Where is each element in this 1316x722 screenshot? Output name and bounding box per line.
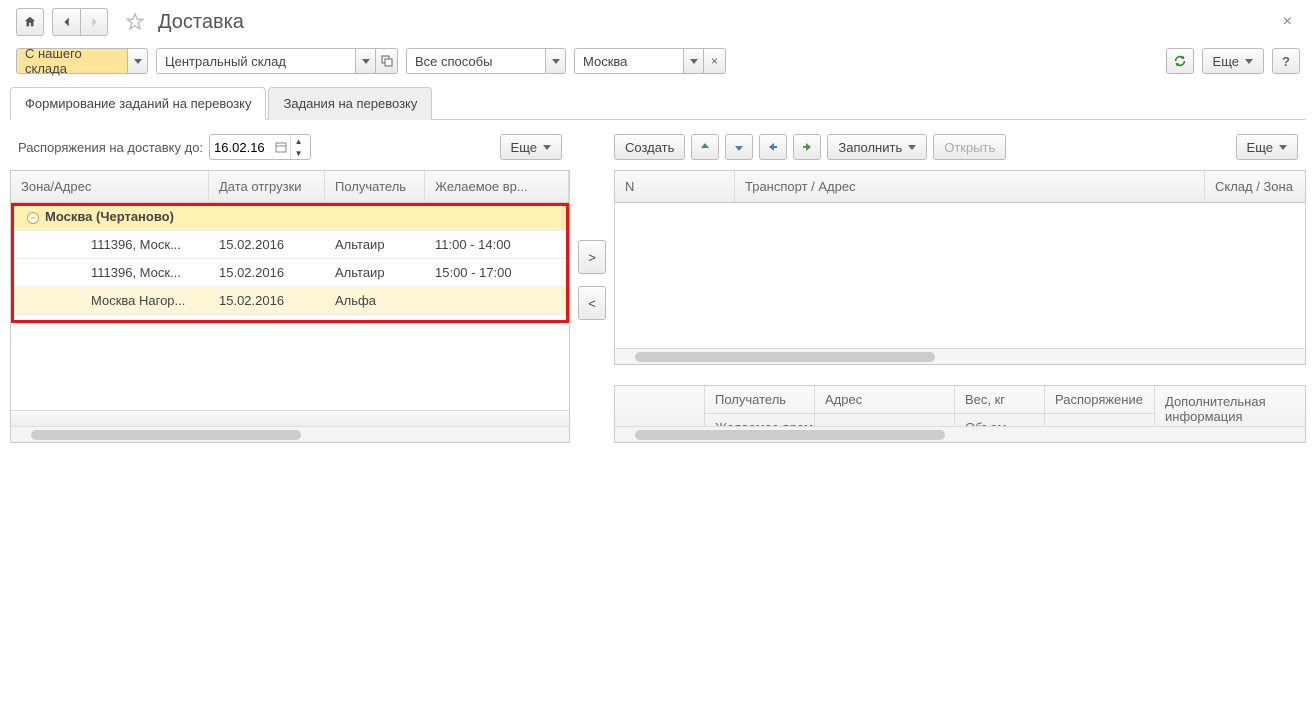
col-warehouse[interactable]: Склад / Зона (1205, 171, 1305, 202)
group-row[interactable]: −Москва (Чертаново) (11, 203, 569, 231)
date-filter[interactable]: ▲▼ (209, 134, 311, 160)
table-row[interactable]: 111396, Моск... 15.02.2016 Альтаир 11:00… (11, 231, 569, 259)
table-row[interactable]: Москва Нагор... 15.02.2016 Альфа (11, 287, 569, 315)
city-dropdown-icon[interactable] (684, 48, 704, 74)
table-row[interactable]: 111396, Моск... 15.02.2016 Альтаир 15:00… (11, 259, 569, 287)
arrow-out-icon (767, 141, 779, 153)
method-select[interactable]: Все способы (406, 48, 566, 74)
left-pane: Распоряжения на доставку до: ▲▼ Еще Зона… (10, 130, 570, 443)
method-dropdown-icon[interactable] (546, 48, 566, 74)
forward-button[interactable] (80, 8, 108, 36)
arrow-in-icon (801, 141, 813, 153)
method-value: Все способы (415, 54, 492, 69)
create-button[interactable]: Создать (614, 134, 685, 160)
home-button[interactable] (16, 8, 44, 36)
tasks-grid: N Транспорт / Адрес Склад / Зона (614, 170, 1306, 365)
source-dropdown-icon[interactable] (128, 48, 148, 74)
move-in-button[interactable] (793, 134, 821, 160)
orders-grid: Зона/Адрес Дата отгрузки Получатель Жела… (10, 170, 570, 443)
tab-tasks[interactable]: Задания на перевозку (268, 87, 432, 120)
refresh-icon (1173, 54, 1187, 68)
calendar-icon[interactable] (272, 141, 290, 153)
page-title: Доставка (158, 11, 244, 34)
home-icon (23, 15, 37, 29)
move-up-button[interactable] (691, 134, 719, 160)
open-button: Открыть (933, 134, 1006, 160)
arrow-down-icon (733, 141, 745, 153)
move-down-button[interactable] (725, 134, 753, 160)
arrow-up-icon (699, 141, 711, 153)
hscrollbar-tasks[interactable] (615, 348, 1305, 364)
group-label: Москва (Чертаново) (45, 209, 174, 224)
left-toolbar: Распоряжения на доставку до: ▲▼ Еще (10, 130, 570, 170)
arrow-right-icon (87, 15, 101, 29)
col-zone[interactable]: Зона/Адрес (11, 171, 209, 202)
content: Распоряжения на доставку до: ▲▼ Еще Зона… (0, 120, 1316, 453)
more-button-right[interactable]: Еще (1236, 134, 1298, 160)
refresh-button[interactable] (1166, 48, 1194, 74)
topbar: Доставка × (0, 0, 1316, 44)
filter-toolbar: С нашего склада Центральный склад Все сп… (0, 44, 1316, 86)
help-button[interactable]: ? (1272, 48, 1300, 74)
hscrollbar-left[interactable] (11, 426, 569, 442)
warehouse-value: Центральный склад (165, 54, 286, 69)
col-transport[interactable]: Транспорт / Адрес (735, 171, 1205, 202)
warehouse-dropdown-icon[interactable] (356, 48, 376, 74)
warehouse-open-icon[interactable] (376, 48, 398, 74)
tasks-toolbar: Создать Заполнить Открыть Еще (614, 130, 1306, 170)
orders-grid-header: Зона/Адрес Дата отгрузки Получатель Жела… (11, 171, 569, 203)
date-input[interactable] (214, 140, 272, 155)
city-select[interactable]: Москва × (574, 48, 726, 74)
tabs: Формирование заданий на перевозку Задани… (10, 86, 1306, 120)
more-button-top[interactable]: Еще (1202, 48, 1264, 74)
col-n[interactable]: N (615, 171, 735, 202)
close-button[interactable]: × (1275, 9, 1300, 35)
city-clear-icon[interactable]: × (704, 48, 726, 74)
more-button-left[interactable]: Еще (500, 134, 562, 160)
footer-row (11, 410, 569, 426)
fill-button[interactable]: Заполнить (827, 134, 927, 160)
nav-history (52, 8, 108, 36)
date-spinner[interactable]: ▲▼ (290, 135, 306, 159)
col-date[interactable]: Дата отгрузки (209, 171, 325, 202)
source-value: С нашего склада (25, 46, 119, 76)
hscrollbar-detail[interactable] (615, 426, 1305, 442)
move-buttons: > < (578, 130, 606, 443)
tasks-grid-header: N Транспорт / Адрес Склад / Зона (615, 171, 1305, 203)
source-select[interactable]: С нашего склада (16, 48, 148, 74)
arrow-left-icon (60, 15, 74, 29)
move-right-button[interactable]: > (578, 240, 606, 274)
back-button[interactable] (52, 8, 80, 36)
right-pane: Создать Заполнить Открыть Еще N Транспор… (614, 130, 1306, 443)
col-recipient[interactable]: Получатель (325, 171, 425, 202)
warehouse-select[interactable]: Центральный склад (156, 48, 398, 74)
detail-grid: Получатель Желаемое время Адрес Вес, кг … (614, 385, 1306, 443)
date-filter-label: Распоряжения на доставку до: (18, 140, 203, 155)
city-value: Москва (583, 54, 627, 69)
tab-formation[interactable]: Формирование заданий на перевозку (10, 87, 266, 120)
move-out-button[interactable] (759, 134, 787, 160)
orders-grid-body: −Москва (Чертаново) 111396, Моск... 15.0… (11, 203, 569, 315)
favorite-star-icon[interactable] (124, 11, 146, 33)
collapse-icon[interactable]: − (27, 212, 39, 224)
move-left-button[interactable]: < (578, 286, 606, 320)
col-time[interactable]: Желаемое вр... (425, 171, 569, 202)
tasks-section: Создать Заполнить Открыть Еще N Транспор… (614, 130, 1306, 365)
